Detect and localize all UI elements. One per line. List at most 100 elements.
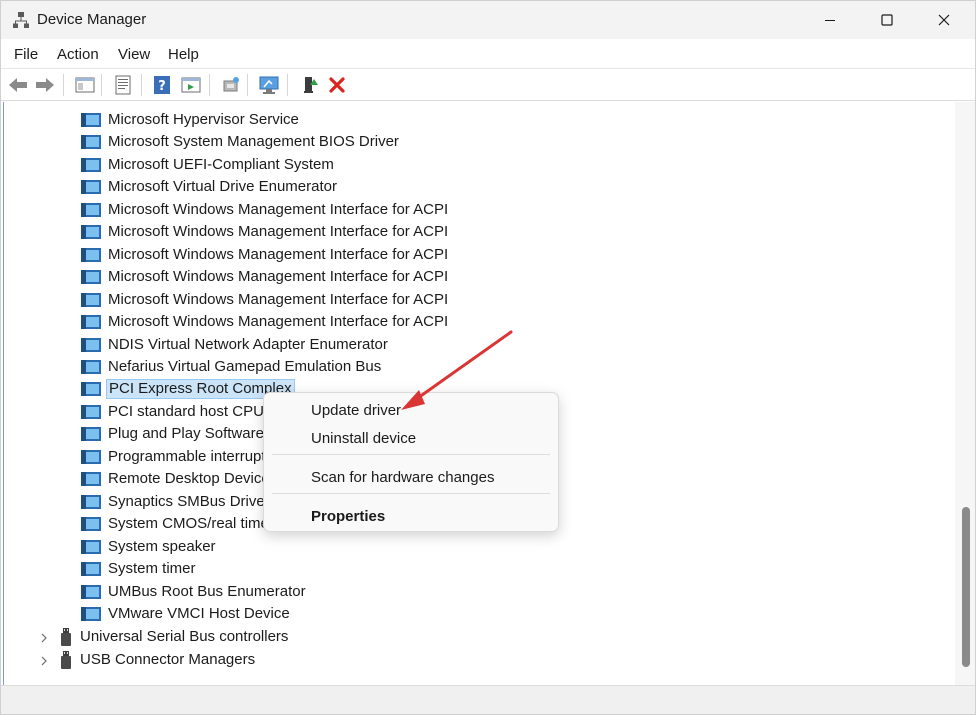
tree-item[interactable]: Microsoft Windows Management Interface f… [80, 221, 450, 243]
title-bar[interactable]: Device Manager [1, 1, 975, 39]
help-button[interactable]: ? [150, 73, 174, 97]
menu-bar: File Action View Help [1, 39, 975, 69]
close-button[interactable] [915, 1, 973, 39]
vertical-scrollbar[interactable] [955, 102, 975, 685]
chevron-right-icon[interactable] [38, 632, 50, 644]
device-label: Remote Desktop Device [108, 470, 270, 487]
uninstall-icon [329, 77, 345, 93]
system-device-icon [81, 315, 101, 329]
properties-button[interactable] [111, 73, 135, 97]
tree-item[interactable]: Nefarius Virtual Gamepad Emulation Bus [80, 356, 383, 378]
uninstall-device-button[interactable] [325, 73, 349, 97]
system-device-icon [81, 203, 101, 217]
back-icon [9, 78, 27, 92]
tree-item[interactable]: UMBus Root Bus Enumerator [80, 581, 308, 603]
system-device-icon [81, 180, 101, 194]
tree-item[interactable]: Microsoft Windows Management Interface f… [80, 266, 450, 288]
properties-icon [115, 75, 131, 95]
tree-item[interactable]: Microsoft Windows Management Interface f… [80, 244, 450, 266]
tree-item[interactable]: Microsoft UEFI-Compliant System [80, 154, 336, 176]
tree-item[interactable]: Plug and Play Software D [80, 423, 281, 445]
device-manager-window: Device Manager File Action View Help ? M… [0, 0, 976, 715]
device-label: System speaker [108, 538, 216, 555]
menu-file[interactable]: File [14, 46, 38, 63]
system-device-icon [81, 562, 101, 576]
device-label: Nefarius Virtual Gamepad Emulation Bus [108, 358, 382, 375]
tree-item[interactable]: Remote Desktop Device [80, 468, 272, 490]
action-pane-button[interactable] [179, 73, 203, 97]
device-label: Microsoft Virtual Drive Enumerator [108, 178, 337, 195]
system-device-icon [81, 338, 101, 352]
menu-view[interactable]: View [118, 46, 150, 63]
toolbar-separator [247, 74, 248, 96]
tree-item[interactable]: Microsoft Windows Management Interface f… [80, 199, 450, 221]
tree-item[interactable]: System speaker [80, 536, 218, 558]
toolbar: ? [1, 69, 975, 101]
scan-hardware-button[interactable] [257, 73, 281, 97]
tree-item[interactable]: PCI standard host CPU b [80, 401, 278, 423]
minimize-button[interactable] [801, 1, 859, 39]
device-label: Plug and Play Software D [108, 425, 279, 442]
system-device-icon [81, 158, 101, 172]
tree-item[interactable]: Programmable interrupt [80, 446, 268, 468]
tree-item[interactable]: VMware VMCI Host Device [80, 603, 292, 625]
device-label: System CMOS/real time c [108, 515, 281, 532]
update-driver-button[interactable] [219, 73, 243, 97]
annotation-arrow-icon [401, 330, 513, 410]
toolbar-separator [287, 74, 288, 96]
toolbar-separator [209, 74, 210, 96]
device-label: UMBus Root Bus Enumerator [108, 583, 306, 600]
tree-item[interactable]: System CMOS/real time c [80, 513, 283, 535]
category-label: USB Connector Managers [80, 651, 256, 668]
system-device-icon [81, 495, 101, 509]
tree-item[interactable]: Microsoft Virtual Drive Enumerator [80, 176, 339, 198]
toolbar-separator [63, 74, 64, 96]
system-device-icon [81, 248, 101, 262]
console-tree-button[interactable] [73, 73, 97, 97]
uninstall-device-menu-item[interactable]: Uninstall device [311, 430, 416, 447]
scrollbar-thumb[interactable] [962, 507, 970, 667]
device-label: Microsoft Windows Management Interface f… [108, 246, 449, 263]
device-label: PCI standard host CPU b [108, 403, 277, 420]
device-label: System timer [108, 560, 196, 577]
tree-item[interactable]: NDIS Virtual Network Adapter Enumerator [80, 334, 390, 356]
device-label: VMware VMCI Host Device [108, 605, 290, 622]
scan-hardware-changes-menu-item[interactable]: Scan for hardware changes [311, 469, 494, 486]
maximize-button[interactable] [858, 1, 916, 39]
maximize-icon [881, 14, 893, 26]
menu-help[interactable]: Help [168, 46, 199, 63]
system-device-icon [81, 270, 101, 284]
system-device-icon [81, 607, 101, 621]
system-device-icon [81, 540, 101, 554]
system-device-icon [81, 113, 101, 127]
system-device-icon [81, 360, 101, 374]
usb-icon [61, 651, 71, 669]
minimize-icon [825, 20, 835, 21]
system-device-icon [81, 382, 101, 396]
device-label: Microsoft Windows Management Interface f… [108, 268, 449, 285]
device-label: Microsoft Windows Management Interface f… [108, 291, 449, 308]
forward-button[interactable] [33, 73, 57, 97]
scan-hardware-icon [259, 76, 279, 94]
back-button[interactable] [6, 73, 30, 97]
system-device-icon [81, 585, 101, 599]
enable-device-button[interactable] [298, 73, 322, 97]
tree-item[interactable]: Microsoft Hypervisor Service [80, 109, 301, 131]
system-device-icon [81, 225, 101, 239]
device-label: Microsoft Windows Management Interface f… [108, 223, 449, 240]
category-universal-serial-bus-controllers[interactable]: Universal Serial Bus controllers [58, 626, 290, 648]
help-icon: ? [154, 76, 170, 94]
chevron-right-icon[interactable] [38, 655, 50, 667]
toolbar-separator [141, 74, 142, 96]
toolbar-separator [101, 74, 102, 96]
action-pane-icon [181, 77, 201, 93]
status-bar [1, 685, 975, 714]
tree-item[interactable]: System timer [80, 558, 198, 580]
tree-item[interactable]: Microsoft Windows Management Interface f… [80, 289, 450, 311]
tree-item[interactable]: Microsoft System Management BIOS Driver [80, 131, 401, 153]
menu-action[interactable]: Action [57, 46, 99, 63]
category-label: Universal Serial Bus controllers [80, 628, 289, 645]
tree-item[interactable]: Synaptics SMBus Driver [80, 491, 272, 513]
properties-menu-item[interactable]: Properties [311, 508, 385, 525]
category-usb-connector-managers[interactable]: USB Connector Managers [58, 649, 257, 671]
